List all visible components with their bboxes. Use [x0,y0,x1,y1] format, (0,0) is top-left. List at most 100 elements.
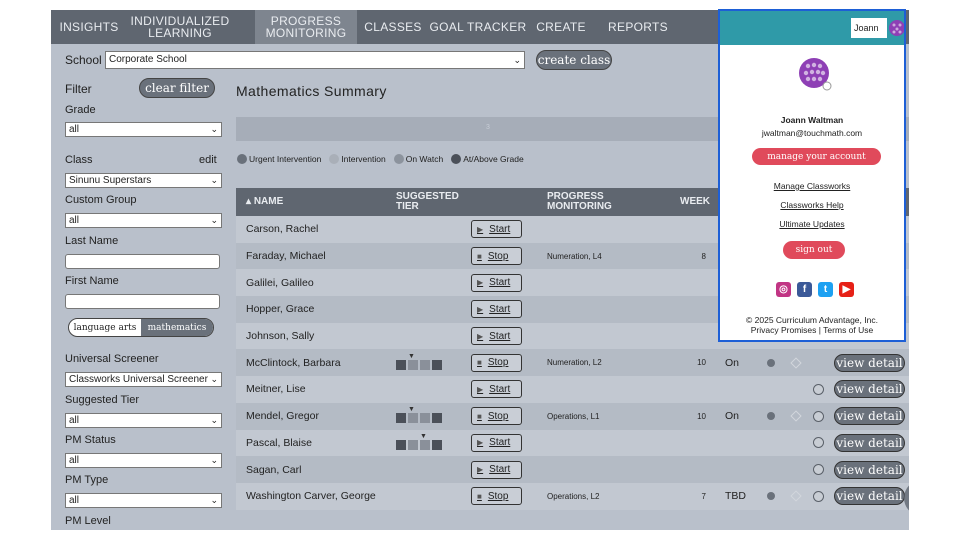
diamond-icon [790,357,802,369]
face-cell [813,376,824,403]
nav-item-create[interactable]: CREATE [527,10,595,44]
legend-label: Urgent Intervention [249,154,322,164]
header-tier[interactable]: SUGGESTED TIER [396,188,459,216]
tier-block [432,359,442,370]
instagram-icon[interactable]: ◎ [776,282,791,297]
face-icon [813,437,824,449]
custom-group-select[interactable]: all ⌄ [65,213,222,228]
manage-account-button[interactable]: manage your account [752,148,881,165]
legend-item: On Watch [393,154,444,164]
nav-item-classes[interactable]: CLASSES [357,10,429,44]
start-button[interactable]: ▶ Start [471,273,522,292]
subject-language-arts[interactable]: language arts [69,319,141,336]
ultimate-updates-link[interactable]: Ultimate Updates [720,219,904,229]
clear-filter-button[interactable]: clear filter [139,78,215,98]
youtube-icon[interactable]: ▶ [839,282,854,297]
header-week[interactable]: WEEK [680,188,710,216]
grade-label: Grade [65,104,96,116]
pm-button-label: Start [489,277,511,289]
tier-blocks: ▼ [396,433,442,450]
chevron-down-icon: ⌄ [210,455,218,465]
start-button[interactable]: ▶ Start [471,433,522,452]
pm-action-cell: ■ Stop [471,349,522,376]
tier-indicator: ▼ [396,430,442,457]
view-detail-button[interactable]: view detail [834,487,905,506]
nav-item-insights[interactable]: INSIGHTS [51,10,127,44]
student-name: Galilei, Galileo [246,276,314,289]
last-name-label: Last Name [65,235,119,247]
view-detail-button[interactable]: view detail [834,380,905,399]
start-button[interactable]: ▶ Start [471,220,522,239]
copyright-text: © 2025 Curriculum Advantage, Inc. [746,315,878,325]
stop-button[interactable]: ■ Stop [471,487,522,506]
student-name: Carson, Rachel [246,223,319,236]
pm-action-cell: ■ Stop [471,403,522,430]
student-name: Mendel, Gregor [246,410,319,423]
face-cell [813,483,824,510]
chevron-down-icon: ⌄ [210,374,218,384]
start-button[interactable]: ▶ Start [471,380,522,399]
avatar-icon[interactable] [888,18,906,38]
student-name: Sagan, Carl [246,463,302,476]
legend-label: On Watch [405,154,444,164]
screener-select[interactable]: Classworks Universal Screener ⌄ [65,372,222,387]
legend-item: At/Above Grade [451,154,524,164]
table-row: Sagan, Carl ▶ Start view detail [236,456,909,483]
pm-level: Numeration, L4 [547,251,602,261]
student-name: Washington Carver, George [246,490,376,503]
view-detail-button[interactable]: view detail [834,407,905,426]
legal-links[interactable]: Privacy Promises | Terms of Use [720,325,904,335]
pm-action-cell: ▶ Start [471,269,522,296]
play-icon: ▶ [477,224,484,234]
start-button[interactable]: ▶ Start [471,460,522,479]
nav-item-progress-monitoring[interactable]: PROGRESS MONITORING [255,10,357,44]
twitter-icon[interactable]: t [818,282,833,297]
first-name-label: First Name [65,275,119,287]
nav-item-goal-tracker[interactable]: GOAL TRACKER [429,10,527,44]
start-button[interactable]: ▶ Start [471,300,522,319]
nav-item-reports[interactable]: REPORTS [603,10,673,44]
classworks-help-link[interactable]: Classworks Help [720,200,904,210]
tier-block [420,439,430,450]
school-select[interactable]: Corporate School ⌄ [105,51,525,69]
pm-level: Operations, L2 [547,491,600,501]
stop-button[interactable]: ■ Stop [471,247,522,266]
screener-select-value: Classworks Universal Screener [69,374,208,385]
last-name-input[interactable] [65,254,220,269]
class-select[interactable]: Sinunu Superstars ⌄ [65,173,222,188]
user-search-input[interactable]: Joann [851,18,887,38]
student-name: Johnson, Sally [246,330,315,343]
manage-classworks-link[interactable]: Manage Classworks [720,181,904,191]
pm-status-select[interactable]: all ⌄ [65,453,222,468]
create-class-button[interactable]: create class [536,50,612,70]
stop-button[interactable]: ■ Stop [471,353,522,372]
grade-select[interactable]: all ⌄ [65,122,222,137]
class-edit-link[interactable]: edit [199,154,217,166]
view-detail-button[interactable]: view detail [834,353,905,372]
stop-button[interactable]: ■ Stop [471,407,522,426]
view-detail-button[interactable]: view detail [834,433,905,452]
header-pm[interactable]: PROGRESS MONITORING [547,188,612,216]
sign-out-button[interactable]: sign out [783,241,845,259]
student-name: McClintock, Barbara [246,356,341,369]
table-row: Washington Carver, George ■ Stop Operations… [236,482,909,510]
tier-block [432,439,442,450]
pm-type-select[interactable]: all ⌄ [65,493,222,508]
tier-select[interactable]: all ⌄ [65,413,222,428]
chevron-down-icon: ⌄ [210,175,218,185]
subject-mathematics[interactable]: mathematics [141,319,213,336]
face-icon [813,383,824,395]
nav-item-individualized-learning[interactable]: INDIVIDUALIZED LEARNING [127,10,233,44]
filter-title: Filter [65,82,92,96]
facebook-icon[interactable]: f [797,282,812,297]
tier-select-value: all [69,415,80,426]
view-detail-button[interactable]: view detail [834,460,905,479]
first-name-input[interactable] [65,294,220,309]
start-button[interactable]: ▶ Start [471,327,522,346]
pm-action-cell: ■ Stop [471,243,522,270]
pm-action-cell: ▶ Start [471,430,522,457]
pm-button-label: Stop [487,490,509,502]
tier-block [396,439,406,450]
header-name[interactable]: ▴ NAME [246,188,283,216]
tier-block [408,413,418,424]
